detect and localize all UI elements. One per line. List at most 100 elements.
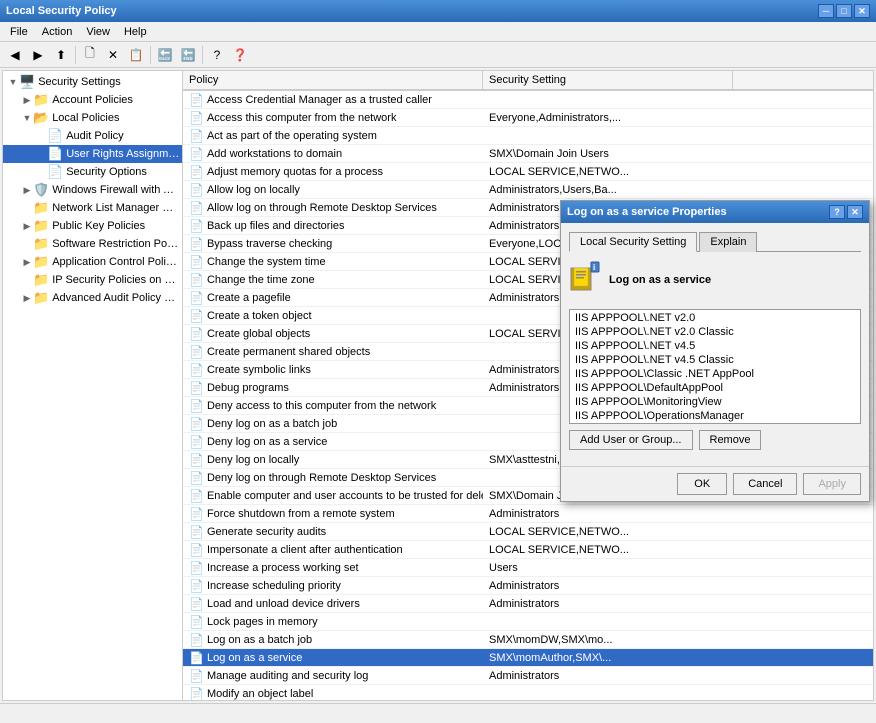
tree-expand-account-policies[interactable]: ▶ [21,95,33,106]
policy-name: Create a pagefile [207,292,291,304]
setting-cell: SMX\Domain Join Users [483,147,733,161]
dialog-buttons-row: Add User or Group... Remove [569,430,861,450]
policy-icon: 📄 [189,183,204,197]
tree-item-public-key[interactable]: ▶📁Public Key Policies [3,217,182,235]
policy-name: Log on as a service [207,652,302,664]
listbox-item[interactable]: IIS APPPOOL\OperationsManager [571,409,859,423]
tab-local-security[interactable]: Local Security Setting [569,232,697,252]
listbox-item[interactable]: IIS APPPOOL\.NET v4.5 Classic [571,353,859,367]
policy-name: Create global objects [207,328,310,340]
dialog-footer: OK Cancel Apply [561,466,869,501]
tree-expand-security-settings[interactable]: ▼ [7,77,19,87]
tree-item-application-control[interactable]: ▶📁Application Control Policies [3,253,182,271]
cancel-button[interactable]: Cancel [733,473,797,495]
properties-button[interactable]: 📋 [125,44,147,66]
policy-name: Enable computer and user accounts to be … [207,490,483,502]
menu-file[interactable]: File [4,24,34,40]
policy-icon: 📄 [189,615,204,629]
list-row[interactable]: 📄Impersonate a client after authenticati… [183,541,873,559]
setting-cell [483,693,733,695]
tree-expand-advanced-audit[interactable]: ▶ [21,293,33,304]
list-row[interactable]: 📄Increase scheduling priorityAdministrat… [183,577,873,595]
policy-icon: 📄 [189,255,204,269]
col-header-setting[interactable]: Security Setting [483,71,733,89]
remove-button[interactable]: Remove [699,430,762,450]
tree-item-security-settings[interactable]: ▼🖥️Security Settings [3,73,182,91]
policy-name: Debug programs [207,382,289,394]
listbox-item[interactable]: IIS APPPOOL\.NET v4.5 [571,339,859,353]
listbox-item[interactable]: NT SERVICE\ALL SERVICES [571,423,859,424]
import-button[interactable]: 🔚 [177,44,199,66]
tree-icon-advanced-audit: 📁 [33,290,49,306]
maximize-button[interactable]: □ [836,4,852,18]
back-button[interactable]: ◀ [4,44,26,66]
up-button[interactable]: ⬆ [50,44,72,66]
close-button[interactable]: ✕ [854,4,870,18]
tree-item-audit-policy[interactable]: 📄Audit Policy [3,127,182,145]
tree-icon-user-rights: 📄 [47,146,63,162]
tree-item-account-policies[interactable]: ▶📁Account Policies [3,91,182,109]
menu-view[interactable]: View [80,24,116,40]
list-row[interactable]: 📄Lock pages in memory [183,613,873,631]
list-row[interactable]: 📄Modify an object label [183,685,873,700]
listbox-item[interactable]: IIS APPPOOL\DefaultAppPool [571,381,859,395]
list-row[interactable]: 📄Adjust memory quotas for a processLOCAL… [183,163,873,181]
dialog-close-button[interactable]: ✕ [847,205,863,219]
listbox-item[interactable]: IIS APPPOOL\MonitoringView [571,395,859,409]
tree-label-advanced-audit: Advanced Audit Policy Configuration [52,292,180,304]
policy-name: Load and unload device drivers [207,598,360,610]
tree-item-advanced-audit[interactable]: ▶📁Advanced Audit Policy Configuration [3,289,182,307]
tree-expand-public-key[interactable]: ▶ [21,221,33,232]
menu-help[interactable]: Help [118,24,153,40]
tab-explain[interactable]: Explain [699,232,757,252]
policy-cell: 📄Allow log on locally [183,182,483,198]
col-header-policy[interactable]: Policy [183,71,483,89]
help2-button[interactable]: ❓ [229,44,251,66]
list-row[interactable]: 📄Act as part of the operating system [183,127,873,145]
policy-name: Deny log on locally [207,454,299,466]
tree-label-ip-security: IP Security Policies on Local Compute... [52,274,180,286]
list-row[interactable]: 📄Increase a process working setUsers [183,559,873,577]
tree-expand-application-control[interactable]: ▶ [21,257,33,268]
tree-item-windows-firewall[interactable]: ▶🛡️Windows Firewall with Advanced Sec... [3,181,182,199]
policy-icon: 📄 [189,489,204,503]
tree-expand-local-policies[interactable]: ▼ [21,113,33,123]
list-row[interactable]: 📄Log on as a serviceSMX\momAuthor,SMX\..… [183,649,873,667]
forward-button[interactable]: ▶ [27,44,49,66]
list-row[interactable]: 📄Allow log on locallyAdministrators,User… [183,181,873,199]
export-button[interactable]: 🔙 [154,44,176,66]
tree-item-ip-security[interactable]: 📁IP Security Policies on Local Compute..… [3,271,182,289]
list-row[interactable]: 📄Log on as a batch jobSMX\momDW,SMX\mo..… [183,631,873,649]
policy-icon: 📄 [189,201,204,215]
listbox-item[interactable]: IIS APPPOOL\Classic .NET AppPool [571,367,859,381]
add-user-button[interactable]: Add User or Group... [569,430,693,450]
list-row[interactable]: 📄Access this computer from the networkEv… [183,109,873,127]
list-row[interactable]: 📄Generate security auditsLOCAL SERVICE,N… [183,523,873,541]
list-row[interactable]: 📄Force shutdown from a remote systemAdmi… [183,505,873,523]
tree-item-security-options[interactable]: 📄Security Options [3,163,182,181]
dialog-help-button[interactable]: ? [829,205,845,219]
tree-item-network-list[interactable]: 📁Network List Manager Policies [3,199,182,217]
list-row[interactable]: 📄Add workstations to domainSMX\Domain Jo… [183,145,873,163]
toolbar-sep1 [75,46,76,64]
menu-action[interactable]: Action [36,24,79,40]
list-row[interactable]: 📄Manage auditing and security logAdminis… [183,667,873,685]
listbox-item[interactable]: IIS APPPOOL\.NET v2.0 Classic [571,325,859,339]
delete-button[interactable]: ✕ [102,44,124,66]
apply-button[interactable]: Apply [803,473,861,495]
tree-item-local-policies[interactable]: ▼📂Local Policies [3,109,182,127]
policy-cell: 📄Load and unload device drivers [183,596,483,612]
new-button[interactable]: 🗋 [79,44,101,66]
setting-cell: Everyone,Administrators,... [483,111,733,125]
help-button[interactable]: ? [206,44,228,66]
list-row[interactable]: 📄Load and unload device driversAdministr… [183,595,873,613]
listbox-item[interactable]: IIS APPPOOL\.NET v2.0 [571,311,859,325]
list-row[interactable]: 📄Access Credential Manager as a trusted … [183,91,873,109]
policy-name: Change the time zone [207,274,315,286]
ok-button[interactable]: OK [677,473,727,495]
tree-expand-windows-firewall[interactable]: ▶ [21,185,33,196]
tree-item-software-restriction[interactable]: 📁Software Restriction Policies [3,235,182,253]
dialog-listbox[interactable]: IIS APPPOOL\.NET v2.0IIS APPPOOL\.NET v2… [569,309,861,424]
minimize-button[interactable]: ─ [818,4,834,18]
tree-item-user-rights[interactable]: 📄User Rights Assignment [3,145,182,163]
